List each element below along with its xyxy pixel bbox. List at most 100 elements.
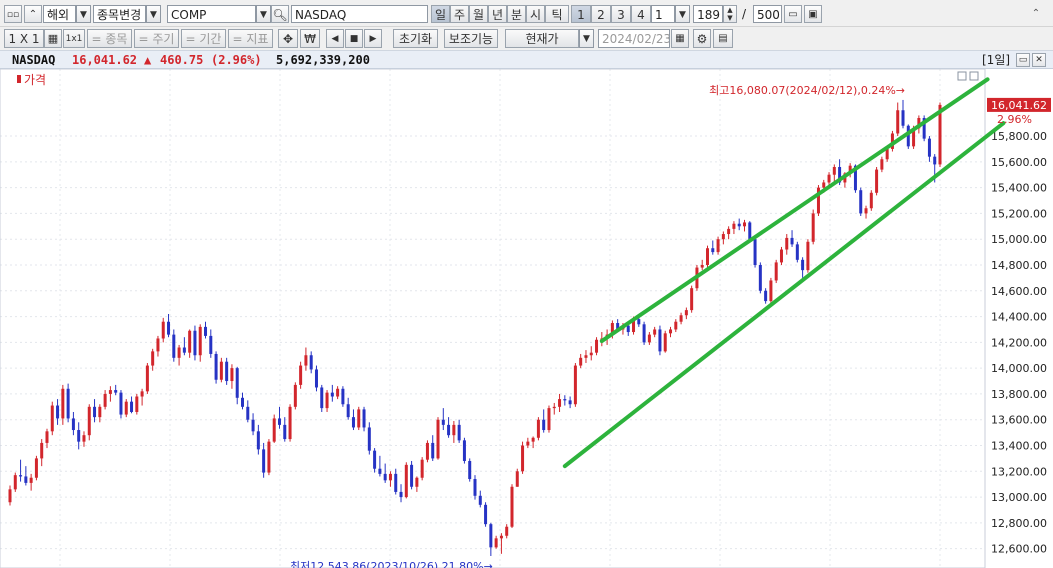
candle-body: [753, 239, 757, 265]
period-tab-week[interactable]: 주: [450, 5, 469, 23]
candle-body: [700, 264, 704, 268]
candle-body: [325, 392, 329, 409]
symbol-code-dropdown-icon[interactable]: ▼: [256, 5, 271, 23]
currency-won-button[interactable]: ₩: [300, 29, 320, 48]
candle-body: [674, 321, 678, 330]
candle-body: [66, 388, 70, 419]
period-tab-hour[interactable]: 시: [526, 5, 545, 23]
interval-dropdown-icon[interactable]: ▼: [675, 5, 690, 23]
export-icon[interactable]: ▤: [713, 29, 733, 48]
candle-body: [436, 419, 440, 459]
period-tab-year[interactable]: 년: [488, 5, 507, 23]
candle-body: [679, 315, 683, 322]
window-menu-button[interactable]: ▫▫: [4, 5, 22, 23]
y-tick-label: 14,600.00: [991, 285, 1047, 298]
multiplier-4-button[interactable]: 4: [631, 5, 651, 23]
interval-input[interactable]: 1: [651, 5, 675, 23]
reset-button[interactable]: 초기화: [393, 29, 438, 48]
trend-line: [562, 121, 1006, 469]
candle-body: [425, 442, 429, 460]
candle-body: [198, 326, 202, 356]
max-count-field[interactable]: 500: [753, 5, 782, 23]
period-filter-button[interactable]: = 기간: [181, 29, 226, 48]
panel-restore-icon[interactable]: ▭: [1016, 53, 1030, 67]
candle-body: [758, 264, 762, 291]
candle-body: [378, 468, 382, 474]
single-layout-button[interactable]: 1x1: [63, 29, 85, 48]
settings-gear-icon[interactable]: ⚙: [693, 29, 711, 48]
y-tick-label: 15,400.00: [991, 182, 1047, 195]
candle-body: [404, 464, 408, 498]
candle-body: [130, 401, 134, 412]
y-tick-label: 12,800.00: [991, 517, 1047, 530]
candle-body: [246, 406, 250, 420]
period-tab-tick[interactable]: 틱: [545, 5, 569, 23]
layout-button[interactable]: 1 X 1: [4, 29, 44, 48]
count-input[interactable]: 189: [693, 5, 723, 23]
indicator-filter-button[interactable]: = 지표: [228, 29, 273, 48]
candle-body: [806, 241, 810, 271]
candle-body: [441, 419, 445, 425]
new-window-icon[interactable]: ▭: [784, 5, 802, 23]
candle-body: [93, 406, 97, 418]
candle-body: [647, 334, 651, 343]
candle-body: [716, 239, 720, 253]
calendar-icon[interactable]: ▦: [671, 29, 689, 48]
price-chart[interactable]: 가격 12,600.0012,800.0013,000.0013,200.001…: [0, 69, 1053, 568]
count-spinner-icon[interactable]: ▲ ▼: [723, 5, 737, 23]
candle-body: [56, 405, 60, 419]
candle-body: [277, 418, 281, 425]
candle-body: [568, 400, 572, 405]
candle-body: [388, 473, 392, 481]
candle-body: [727, 228, 731, 235]
symbol-code-input[interactable]: COMP: [167, 5, 256, 23]
candle-body: [526, 441, 530, 446]
candle-body: [579, 357, 583, 366]
trend-lines: [562, 77, 1006, 469]
candle-body: [177, 347, 181, 358]
count-separator: /: [742, 7, 747, 21]
cycle-filter-button[interactable]: = 주기: [134, 29, 179, 48]
header-volume: 5,692,339,200: [276, 53, 370, 67]
candle-body: [40, 442, 44, 459]
grid-icon[interactable]: ▦: [44, 29, 62, 48]
plot-restore-icon[interactable]: [957, 71, 967, 81]
date-input[interactable]: 2024/02/23: [598, 29, 670, 48]
symbol-search-icon[interactable]: 🔍︎: [271, 5, 289, 23]
price-type-select[interactable]: 현재가: [505, 29, 579, 48]
multiplier-3-button[interactable]: 3: [611, 5, 631, 23]
candle-body: [774, 262, 778, 281]
market-collapse-button[interactable]: ⌃: [24, 5, 42, 23]
market-dropdown-icon[interactable]: ▼: [76, 5, 91, 23]
candle-body: [167, 321, 171, 335]
scroll-right-icon[interactable]: ▶: [364, 29, 382, 48]
plot-close-icon[interactable]: [969, 71, 979, 81]
scroll-up-icon[interactable]: ⌃: [1028, 6, 1044, 22]
candle-body: [71, 418, 75, 431]
period-tag: [1일]: [982, 53, 1011, 67]
stop-icon[interactable]: ■: [345, 29, 363, 48]
stock-change-dropdown-icon[interactable]: ▼: [146, 5, 161, 23]
candle-body: [563, 399, 567, 401]
candle-body: [737, 223, 741, 227]
market-select[interactable]: 해외: [43, 5, 76, 23]
aux-function-button[interactable]: 보조기능: [444, 29, 498, 48]
price-type-dropdown-icon[interactable]: ▼: [579, 29, 594, 48]
scroll-left-icon[interactable]: ◀: [326, 29, 344, 48]
item-filter-button[interactable]: = 종목: [87, 29, 132, 48]
period-tab-day[interactable]: 일: [431, 5, 450, 23]
stock-change-select[interactable]: 종목변경: [93, 5, 146, 23]
candle-body: [351, 417, 355, 428]
move-icon[interactable]: ✥: [278, 29, 298, 48]
panel-close-icon[interactable]: ✕: [1032, 53, 1046, 67]
candle-body: [859, 190, 863, 214]
period-tab-minute[interactable]: 분: [507, 5, 526, 23]
candle-body: [219, 361, 223, 380]
candle-body: [653, 329, 657, 335]
save-icon[interactable]: ▣: [804, 5, 822, 23]
multiplier-1-button[interactable]: 1: [571, 5, 591, 23]
main-toolbar: ▫▫ ⌃ 해외 ▼ 종목변경 ▼ COMP ▼ 🔍︎ NASDAQ 일 주 월 …: [0, 0, 1053, 27]
period-tab-month[interactable]: 월: [469, 5, 488, 23]
candle-body: [140, 391, 144, 397]
multiplier-2-button[interactable]: 2: [591, 5, 611, 23]
